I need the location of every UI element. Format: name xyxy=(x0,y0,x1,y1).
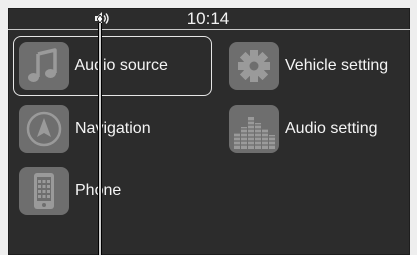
menu-item-label: Navigation xyxy=(75,120,151,137)
screenshot-frame: 10:14 Audio source Vehicle setting Navig… xyxy=(0,0,417,255)
music-note-icon xyxy=(18,41,69,90)
menu-item-label: Audio source xyxy=(74,56,168,74)
phone-icon xyxy=(19,167,69,215)
gear-icon xyxy=(229,42,279,90)
menu-item-audio-source[interactable]: Audio source xyxy=(13,36,212,96)
head-unit-display: 10:14 Audio source Vehicle setting Navig… xyxy=(8,8,410,255)
status-bar-divider xyxy=(8,29,410,30)
status-bar: 10:14 xyxy=(8,8,410,30)
navigation-arrow-icon xyxy=(19,105,69,153)
menu-item-navigation[interactable]: Navigation xyxy=(13,99,212,159)
menu-item-label: Vehicle setting xyxy=(285,57,389,74)
menu-item-phone[interactable]: Phone xyxy=(13,161,212,221)
clock: 10:14 xyxy=(186,9,230,28)
menu-item-audio-setting[interactable]: Audio setting xyxy=(223,99,403,159)
menu-item-label: Audio setting xyxy=(285,120,378,137)
equalizer-icon xyxy=(229,105,279,153)
callout-pointer-line xyxy=(97,15,103,255)
menu-item-vehicle-setting[interactable]: Vehicle setting xyxy=(223,36,403,96)
